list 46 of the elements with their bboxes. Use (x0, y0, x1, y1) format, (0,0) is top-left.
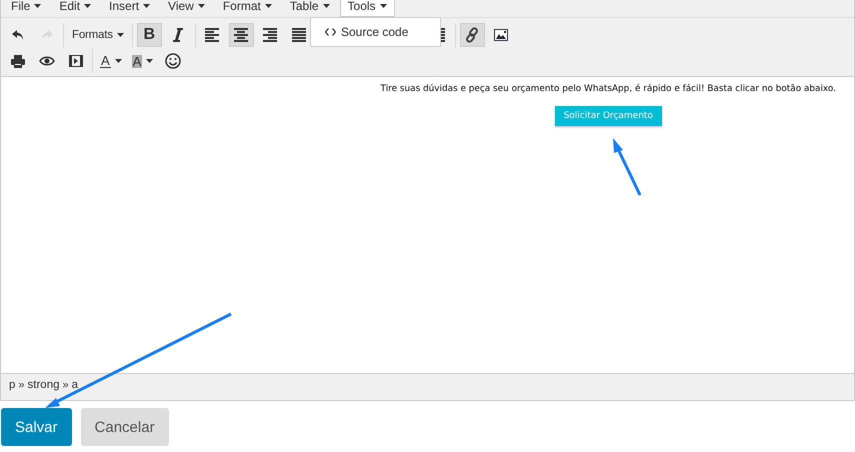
path-element[interactable]: strong (28, 379, 60, 391)
caret-icon (322, 4, 330, 8)
save-button[interactable]: Salvar (1, 408, 72, 446)
text-color-button[interactable]: A (97, 49, 125, 73)
bold-button[interactable]: B (136, 23, 162, 47)
path-element[interactable]: a (72, 379, 78, 391)
film-icon (68, 55, 82, 67)
path-separator: » (62, 379, 69, 391)
smiley-icon (164, 53, 181, 69)
paragraph: Tire suas dúvidas e peça seu orçamento pelo WhatsApp, é rápido e fácil! Basta clicar no botão abaixo. (380, 84, 836, 94)
menu-item[interactable]: Edit (52, 0, 98, 12)
menu-item[interactable]: Tools (340, 0, 395, 17)
align-center-icon (234, 28, 248, 42)
eye-icon (38, 55, 54, 67)
align-center-button[interactable] (228, 23, 254, 47)
formats-dropdown[interactable]: Formats (68, 23, 128, 47)
printer-icon (10, 54, 24, 68)
path-element[interactable]: p (9, 379, 16, 391)
caret-icon (264, 4, 272, 8)
code-icon (325, 28, 336, 36)
cancel-button[interactable]: Cancelar (80, 408, 169, 446)
italic-icon (173, 28, 184, 42)
align-left-icon (205, 28, 220, 42)
menu-item[interactable]: Table (282, 0, 337, 12)
menu-item[interactable]: File (4, 0, 48, 12)
caret-icon (380, 4, 387, 8)
menu-item[interactable]: View (161, 0, 212, 12)
path-separator: » (18, 379, 25, 391)
justify-icon (292, 28, 306, 42)
link-icon (464, 27, 480, 43)
link-button[interactable] (460, 23, 485, 47)
caret-icon (198, 4, 205, 8)
undo-icon (12, 29, 24, 41)
caret-icon (84, 4, 92, 8)
caret-icon (146, 59, 154, 63)
caret-icon (34, 4, 42, 8)
image-icon (494, 29, 508, 41)
caret-icon (143, 4, 150, 8)
menu-item[interactable]: Insert (102, 0, 158, 12)
align-right-icon (263, 28, 278, 42)
menu-item[interactable]: Format (216, 0, 279, 12)
caret-icon (116, 33, 124, 37)
background-color-button[interactable]: A (128, 49, 156, 73)
caret-icon (114, 59, 122, 63)
menu-option[interactable]: Source code (325, 25, 408, 39)
annotation-arrow (613, 138, 642, 196)
